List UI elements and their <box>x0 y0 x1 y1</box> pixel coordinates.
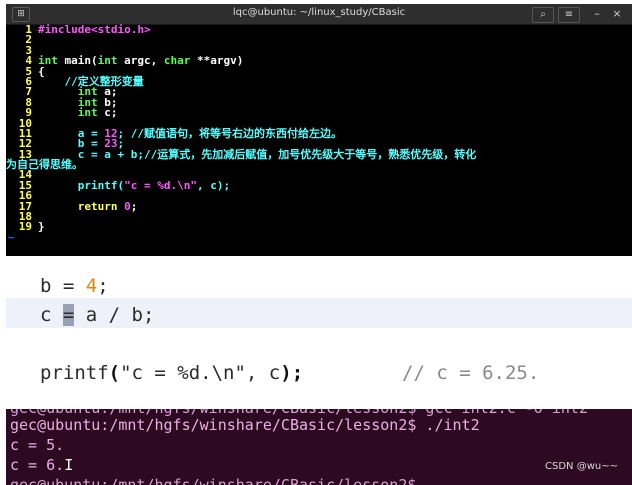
code-text: , c); <box>196 178 231 192</box>
zoomed-editor[interactable]: b = 4; c = a / b; printf("c = %d.\n", c)… <box>6 262 632 406</box>
tilde-marker: ~ <box>8 230 15 244</box>
terminal-output-line: c = 6.I <box>10 456 73 474</box>
code-text: c; <box>97 106 118 120</box>
watermark: CSDN @wu~~ <box>545 461 618 472</box>
code-text: c = a + b; <box>77 147 144 161</box>
search-icon[interactable]: ⌕ <box>532 7 554 23</box>
code-line-4: 4 int main(int argc, char **argv) <box>6 54 632 68</box>
output-terminal[interactable]: gec@ubuntu:/mnt/hgfs/winshare/CBasic/les… <box>6 409 632 485</box>
function-call: printf <box>40 362 109 384</box>
code-line-15: 15 printf("c = %d.\n", c); <box>6 178 632 192</box>
code-text: "c = %d.\n", c <box>120 362 281 384</box>
vim-editor[interactable]: 1 #include<stdio.h> 2 3 4 int main(int arg… <box>6 23 632 244</box>
code-comment: //运算式，先加减后赋值，加号优先级大于等号，熟悉优先级，转化 <box>143 147 477 161</box>
type-keyword: char <box>163 54 191 68</box>
line-number: 6 <box>25 74 32 88</box>
terminal-titlebar: ⊞ lqc@ubuntu: ~/linux_study/CBasic ⌕ ≡ –… <box>6 4 632 25</box>
code-comment-wrap: 为自己得思维。 <box>6 158 83 172</box>
string-literal: "c = %d.\n" <box>124 178 197 192</box>
code-text: ; <box>97 275 109 297</box>
code-line-2: 2 <box>6 33 632 47</box>
zoom-line-b: b = 4; <box>40 275 109 297</box>
type-keyword: int <box>97 54 118 68</box>
output-text: c = 6. <box>10 456 65 474</box>
line-number: 3 <box>25 43 32 57</box>
paren: ( <box>108 362 121 384</box>
number-literal: 0 <box>124 199 131 213</box>
close-button[interactable]: × <box>610 7 624 21</box>
code-text: } <box>38 220 45 234</box>
zoom-line-c: c = a / b; <box>40 304 154 326</box>
text-cursor: = <box>62 304 75 326</box>
code-text: argc, <box>117 54 164 68</box>
text-cursor: I <box>64 456 74 474</box>
code-line-13-wrap: 为自己得思维。 <box>6 158 632 172</box>
function-call: printf( <box>77 178 125 192</box>
terminal-line-run: gec@ubuntu:/mnt/hgfs/winshare/CBasic/les… <box>10 416 480 434</box>
line-number: 4 <box>25 54 32 68</box>
menu-icon[interactable]: ≡ <box>558 7 580 23</box>
code-text: b = <box>40 275 86 297</box>
code-line-9: 9 int c; <box>6 106 632 120</box>
terminal-prompt: gec@ubuntu:/mnt/hgfs/winshare/CBasic/les… <box>10 476 417 485</box>
code-line-18: 18 <box>6 211 632 222</box>
line-number: 7 <box>25 85 32 99</box>
zoom-comment: // c = 6.25. <box>402 362 540 384</box>
vim-empty-line: ~ <box>6 230 632 244</box>
code-text: c <box>40 304 63 326</box>
code-line-17: 17 return 0; <box>6 199 632 213</box>
line-number: 8 <box>25 95 32 109</box>
paren: ); <box>280 362 304 384</box>
code-line-1: 1 #include<stdio.h> <box>6 23 632 36</box>
include-header: <stdio.h> <box>90 23 151 36</box>
include-directive: #include <box>38 23 91 36</box>
minimize-button[interactable]: – <box>590 7 604 21</box>
code-text: ; <box>130 199 138 213</box>
code-line-19: 19} <box>6 220 632 234</box>
vim-terminal-window: ⊞ lqc@ubuntu: ~/linux_study/CBasic ⌕ ≡ –… <box>6 4 632 256</box>
code-line-13: 13 c = a + b;//运算式，先加减后赋值，加号优先级大于等号，熟悉优先… <box>6 147 632 161</box>
zoom-line-printf: printf("c = %d.\n", c); <box>40 362 303 384</box>
number-literal: 4 <box>85 275 98 297</box>
return-keyword: return <box>77 199 118 213</box>
line-number: 2 <box>25 33 32 47</box>
terminal-output-line: c = 5. <box>10 436 65 454</box>
code-comment: ; //赋值语句，将等号右边的东西付给左边。 <box>117 126 343 140</box>
line-number: 1 <box>25 23 32 36</box>
line-number: 5 <box>25 64 32 78</box>
code-text: **argv) <box>190 54 244 68</box>
code-text: main( <box>57 54 98 68</box>
code-text: a / b; <box>74 304 155 326</box>
type-keyword: int <box>77 106 98 120</box>
